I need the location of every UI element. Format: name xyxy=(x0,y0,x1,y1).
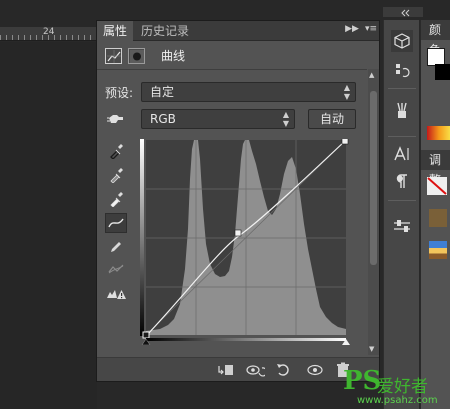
targeted-adjustment-hand-icon[interactable] xyxy=(105,109,127,129)
dock-separator xyxy=(388,136,416,137)
clip-to-layer-icon[interactable] xyxy=(216,362,234,378)
white-point-handle[interactable] xyxy=(341,139,349,145)
adjustment-title: 曲线 xyxy=(161,49,186,63)
channel-value: RGB xyxy=(150,112,176,126)
tab-properties[interactable]: 属性 xyxy=(97,21,134,41)
3d-cube-icon[interactable] xyxy=(391,30,413,52)
dock-collapse-bar[interactable] xyxy=(383,7,423,17)
pencil-icon[interactable] xyxy=(105,237,127,257)
black-point-handle[interactable] xyxy=(142,331,150,339)
watermark-chinese: 爱好者 xyxy=(377,377,428,397)
preset-value: 自定 xyxy=(150,85,175,99)
channel-select[interactable]: RGB ▲ ▼ xyxy=(141,109,295,129)
properties-panel: 属性 历史记录 ▶▶ ▾≡ 曲线 预设: 自定 ▲ ▼ RGB ▲ ▼ 自动 ▲… xyxy=(96,20,380,382)
gray-eyedropper-icon[interactable] xyxy=(105,165,127,185)
smooth-curve-icon[interactable] xyxy=(105,259,127,279)
black-eyedropper-icon[interactable] xyxy=(105,141,127,161)
collapse-panel-icon[interactable]: ▶▶ xyxy=(345,24,359,34)
layer-mask-icon[interactable] xyxy=(128,47,145,64)
chevron-updown-icon: ▲ ▼ xyxy=(343,83,350,101)
landscape-thumbnail-icon[interactable] xyxy=(429,241,447,259)
curves-adjustment-icon xyxy=(105,47,122,64)
scroll-up-icon[interactable]: ▲ xyxy=(369,71,374,79)
tab-history[interactable]: 历史记录 xyxy=(135,21,195,41)
preset-label: 预设: xyxy=(105,86,134,100)
preset-select[interactable]: 自定 ▲ ▼ xyxy=(141,82,356,102)
horizontal-ruler[interactable]: 24 xyxy=(0,27,97,41)
character-icon[interactable] xyxy=(391,143,413,165)
header-divider xyxy=(97,69,367,70)
watermark-ps: PS xyxy=(343,366,382,396)
color-ramp[interactable] xyxy=(427,126,450,140)
side-panel-group: 颜色 调整 xyxy=(420,20,450,409)
dock-separator xyxy=(388,200,416,201)
scroll-down-icon[interactable]: ▼ xyxy=(369,345,374,353)
ruler-number: 24 xyxy=(43,27,55,37)
curves-graph[interactable] xyxy=(140,139,352,345)
chevron-updown-icon: ▲ ▼ xyxy=(282,110,289,128)
history-brush-icon[interactable] xyxy=(391,60,413,82)
dock-icon-strip xyxy=(383,20,419,409)
visibility-eye-icon[interactable] xyxy=(306,362,324,378)
panel-scrollbar[interactable]: ▲ ▼ xyxy=(368,69,379,355)
brush-presets-icon[interactable] xyxy=(391,100,413,122)
canvas-area[interactable] xyxy=(0,42,97,409)
tab-adjustments[interactable]: 调整 xyxy=(421,150,450,187)
reset-icon[interactable] xyxy=(275,362,293,378)
input-gradient xyxy=(146,338,346,341)
tool-presets-icon[interactable] xyxy=(391,215,413,237)
scroll-thumb[interactable] xyxy=(370,91,377,265)
white-eyedropper-icon[interactable] xyxy=(105,189,127,209)
brown-swatch[interactable] xyxy=(429,209,447,227)
panel-bottom-bar xyxy=(97,357,379,381)
panel-tabbar: 属性 历史记录 ▶▶ ▾≡ xyxy=(97,21,379,41)
curve-points-icon[interactable] xyxy=(105,213,127,233)
photoshop-workspace: 24 属性 历史记录 ▶▶ ▾≡ 曲线 预设: 自定 ▲ ▼ RGB ▲ ▼ 自… xyxy=(0,0,450,409)
no-color-swatch[interactable] xyxy=(427,177,447,195)
watermark-logo: PS 爱好者 www.psahz.com xyxy=(343,366,450,409)
curve-point-handle[interactable] xyxy=(234,229,242,237)
clipping-warning-icon[interactable] xyxy=(105,283,127,303)
auto-button[interactable]: 自动 xyxy=(308,109,356,129)
paragraph-icon[interactable] xyxy=(391,170,413,192)
background-color-swatch[interactable] xyxy=(435,64,450,80)
output-gradient xyxy=(140,139,144,336)
adjustment-header: 曲线 xyxy=(105,47,185,64)
view-previous-state-icon[interactable] xyxy=(245,362,268,378)
tab-color[interactable]: 颜色 xyxy=(421,20,450,57)
panel-tab-controls: ▶▶ ▾≡ xyxy=(345,24,377,34)
watermark-url: www.psahz.com xyxy=(357,395,438,406)
dock-separator xyxy=(388,88,416,89)
panel-menu-icon[interactable]: ▾≡ xyxy=(365,24,377,34)
